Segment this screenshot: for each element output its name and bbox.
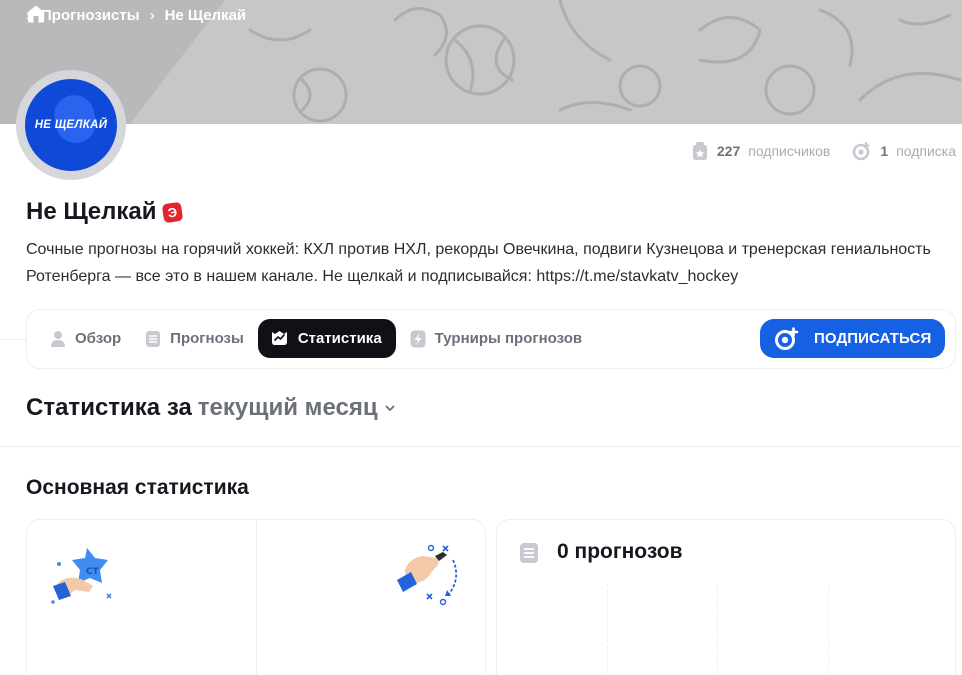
chart-gridline xyxy=(828,584,829,675)
chevron-down-icon[interactable] xyxy=(384,402,396,414)
tab-overview[interactable]: Обзор xyxy=(40,319,131,358)
stats-icon xyxy=(271,331,287,345)
profile-stats: 227 подписчиков 1 подписка xyxy=(691,141,956,161)
avatar[interactable]: НЕ ЩЕЛКАЙ xyxy=(25,79,117,171)
tactics-hand-illustration xyxy=(397,544,458,606)
breadcrumb-item-current: Не Щелкай xyxy=(164,6,247,24)
period-select[interactable]: текущий месяц xyxy=(198,394,378,422)
profile-name: Не Щелкай xyxy=(26,198,157,225)
tab-statistics-label: Статистика xyxy=(297,330,382,347)
tab-forecasts-label: Прогнозы xyxy=(170,330,244,347)
breadcrumb-separator: › xyxy=(26,6,31,24)
tab-overview-label: Обзор xyxy=(75,330,122,347)
forecasts-card: 0 прогнозов xyxy=(496,519,956,675)
list-icon xyxy=(520,543,538,563)
user-icon xyxy=(51,330,65,347)
profile-title-row: Не Щелкай Э xyxy=(26,198,183,226)
avatar-logo-text: НЕ ЩЕЛКАЙ xyxy=(34,119,108,131)
subscribers-count: 227 xyxy=(716,143,741,159)
breadcrumb-item-forecasters[interactable]: Прогнозисты xyxy=(41,7,140,24)
nav-divider xyxy=(0,339,26,340)
lightning-icon xyxy=(410,330,426,347)
chart-gridline xyxy=(717,584,718,675)
subscriptions-count: 1 xyxy=(880,143,889,159)
chart-gridline xyxy=(607,584,608,675)
subscriptions-icon xyxy=(853,141,870,161)
subscribe-button-label: ПОДПИСАТЬСЯ xyxy=(814,330,932,347)
breadcrumb-separator: › xyxy=(149,6,155,24)
subscribers-icon xyxy=(692,142,707,160)
main-statistics-heading: Основная статистика xyxy=(26,476,249,499)
section-divider xyxy=(0,446,962,447)
trophy-star-illustration: CT xyxy=(51,548,112,604)
subscribers-stat[interactable]: 227 подписчиков xyxy=(691,141,830,161)
period-prefix: Статистика за xyxy=(26,394,192,421)
profile-tabs: Обзор Прогнозы Статистика Турниры прогно… xyxy=(40,319,592,358)
tab-tournaments[interactable]: Турниры прогнозов xyxy=(400,319,592,358)
profile-banner: › Прогнозисты › Не Щелкай xyxy=(0,0,962,124)
statistics-period-heading: Статистика за текущий месяц xyxy=(26,394,396,422)
subscribe-icon xyxy=(775,326,799,350)
main-stats-card: CT xyxy=(26,519,486,675)
subscriptions-label: подписка xyxy=(896,143,956,159)
card-split xyxy=(256,520,257,675)
tab-forecasts[interactable]: Прогнозы xyxy=(135,319,254,358)
tab-tournaments-label: Турниры прогнозов xyxy=(434,330,583,347)
expert-badge-icon: Э xyxy=(161,201,183,223)
subscriptions-stat[interactable]: 1 подписка xyxy=(852,141,956,161)
profile-description: Сочные прогнозы на горячий хоккей: КХЛ п… xyxy=(26,241,931,285)
forecasts-count: 0 прогнозов xyxy=(557,540,683,563)
tab-statistics[interactable]: Статистика xyxy=(257,319,396,358)
subscribers-label: подписчиков xyxy=(748,143,831,159)
breadcrumb: › Прогнозисты › Не Щелкай xyxy=(26,4,246,26)
subscribe-button[interactable]: ПОДПИСАТЬСЯ xyxy=(760,319,945,358)
list-icon xyxy=(146,330,161,347)
svg-text:CT: CT xyxy=(86,567,100,577)
